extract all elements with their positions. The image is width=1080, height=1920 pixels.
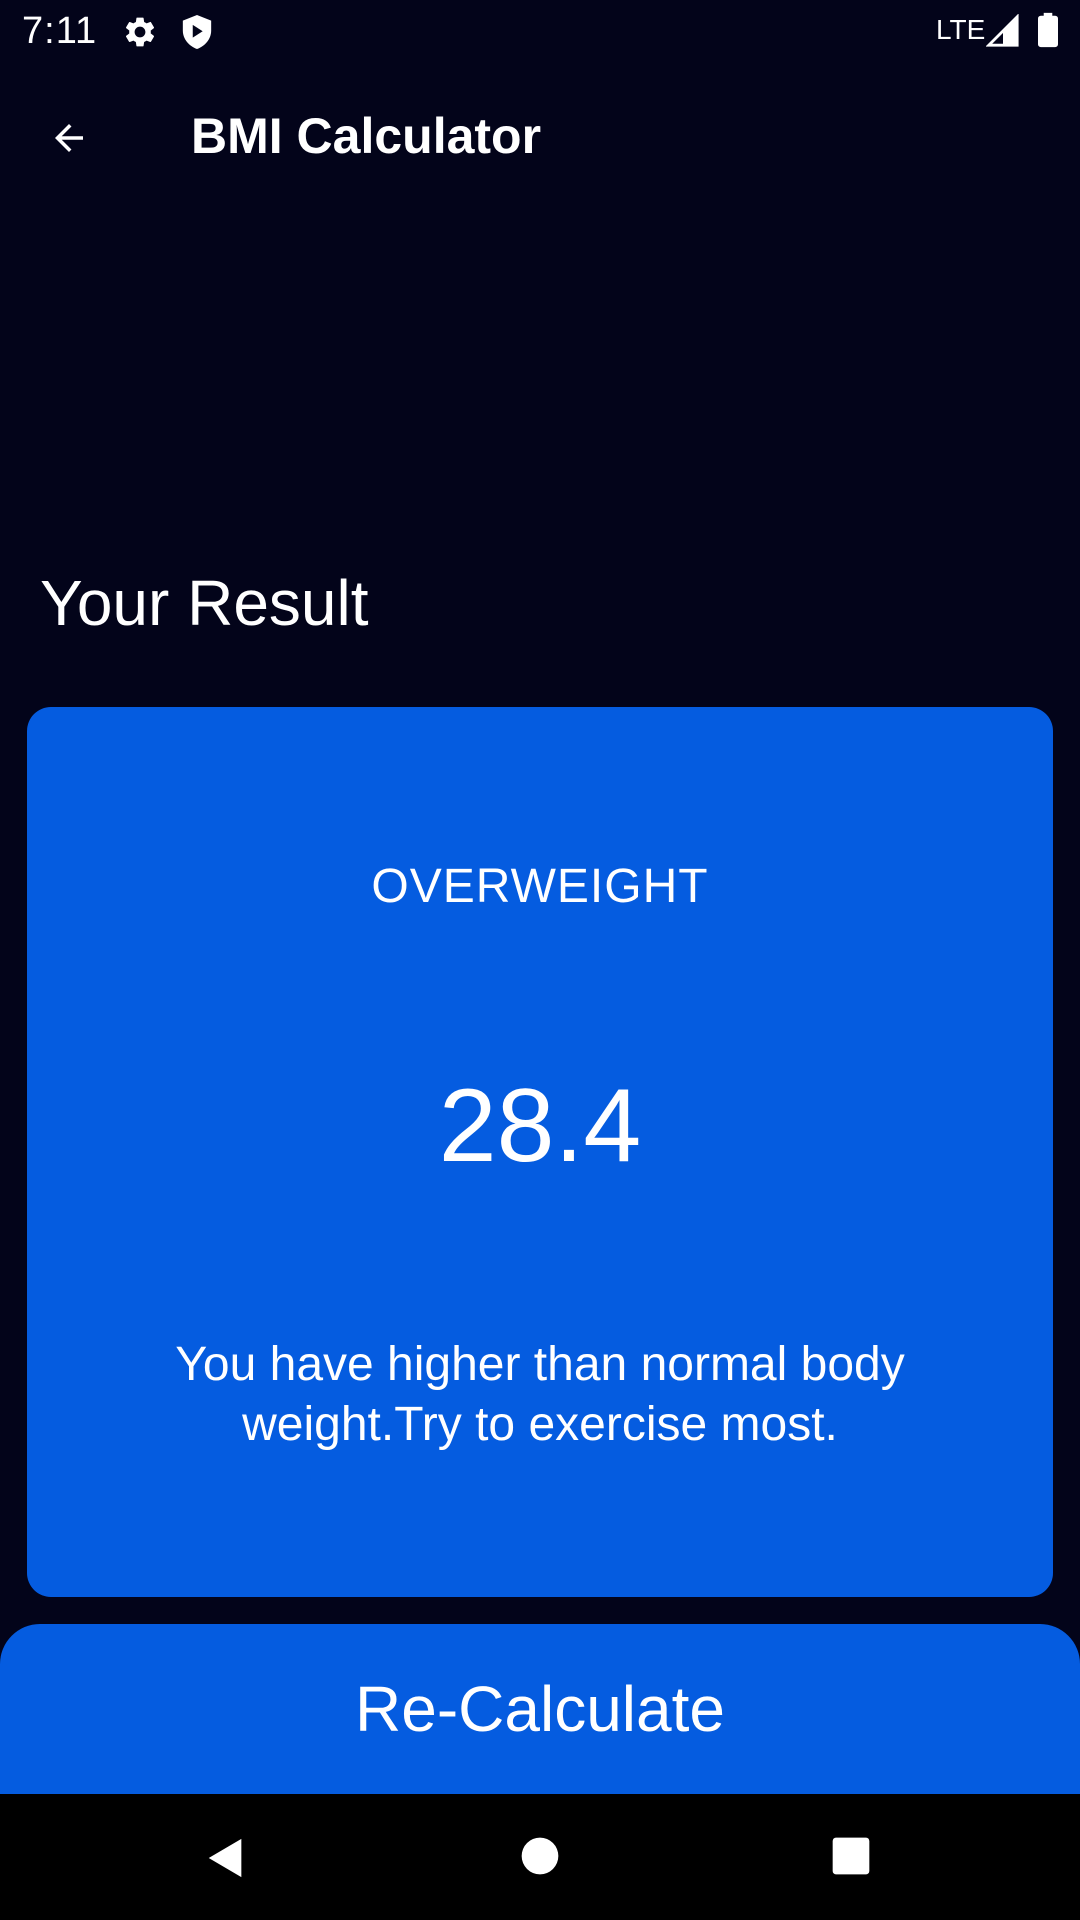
recalculate-button[interactable]: Re-Calculate [0,1624,1080,1794]
bmi-value: 28.4 [438,1068,642,1184]
status-bar: 7:11 LTE [0,0,1080,63]
bmi-category: OVERWEIGHT [371,860,709,913]
app-bar: BMI Calculator [0,63,1080,210]
result-heading: Your Result [40,567,369,639]
gear-icon [125,17,155,47]
back-button[interactable] [36,105,102,171]
network-type: LTE [936,14,986,45]
result-card: OVERWEIGHT 28.4 You have higher than nor… [27,707,1053,1597]
recalculate-label: Re-Calculate [355,1673,725,1745]
nav-back-icon[interactable] [203,1834,249,1882]
bmi-advice: You have higher than normal body weight.… [175,1338,905,1451]
nav-home-icon[interactable] [520,1836,560,1876]
battery-icon [1038,12,1058,48]
arrow-left-icon [55,124,83,152]
system-nav-bar [0,1794,1080,1920]
signal-icon [986,14,1019,47]
shield-icon [182,15,212,49]
nav-recents-icon[interactable] [831,1836,871,1876]
status-time: 7:11 [22,10,98,52]
app-title: BMI Calculator [191,108,542,164]
screen: 7:11 LTE BMI Calculator Your Result OVER [0,0,1080,1920]
